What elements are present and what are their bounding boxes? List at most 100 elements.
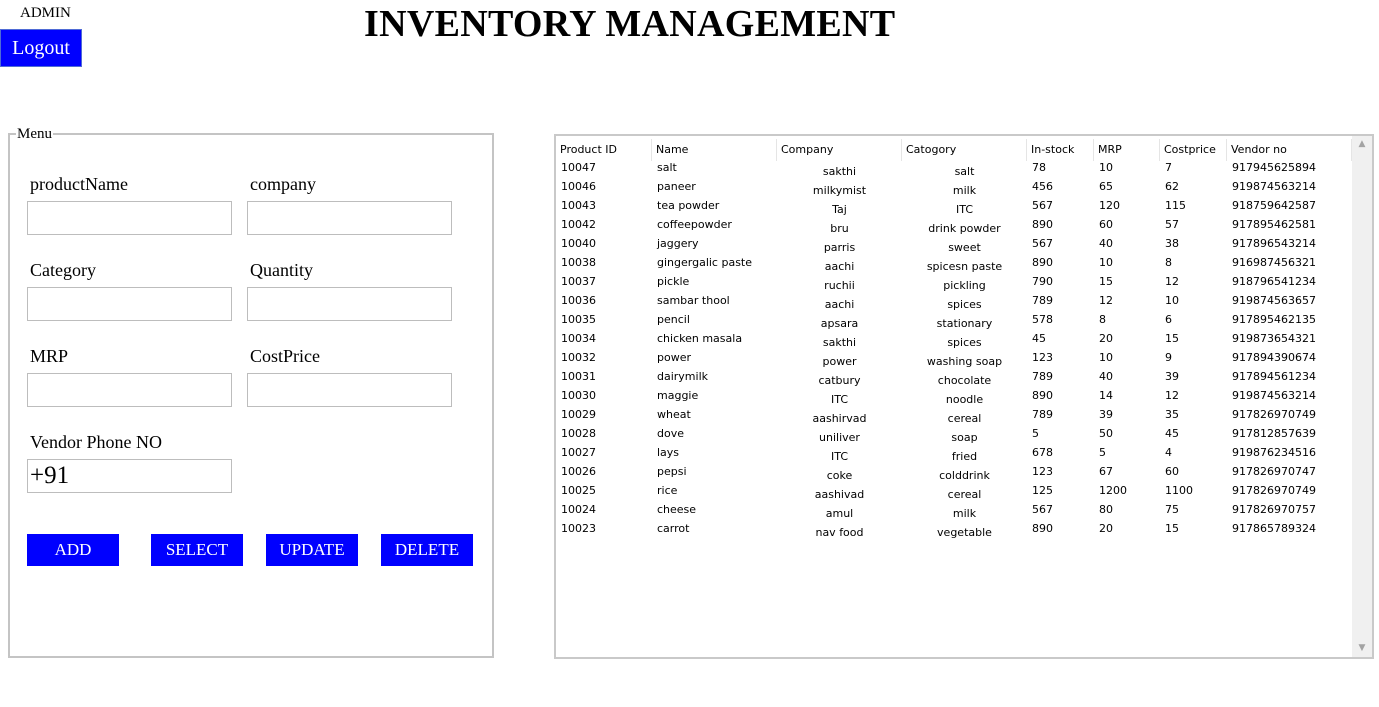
table-row[interactable]: 10040 jaggery parris sweet 567 40 38 9178965432… <box>556 237 1352 256</box>
table-cell: 1100 <box>1165 484 1193 497</box>
table-row[interactable]: 10046 paneer milkymist milk 456 65 62 919874563… <box>556 180 1352 199</box>
delete-button[interactable]: DELETE <box>381 534 473 566</box>
table-row[interactable]: 10026 pepsi coke colddrink 123 67 60 9178269707… <box>556 465 1352 484</box>
table-cell: 60 <box>1165 465 1179 478</box>
table-cell: 45 <box>1032 332 1046 345</box>
select-button[interactable]: SELECT <box>151 534 243 566</box>
table-cell: 62 <box>1165 180 1179 193</box>
table-cell: spicesn paste <box>926 260 1003 273</box>
table-cell: 567 <box>1032 503 1053 516</box>
table-cell: ITC <box>831 450 848 463</box>
table-cell: 60 <box>1099 218 1113 231</box>
table-cell: 123 <box>1032 465 1053 478</box>
table-cell: colddrink <box>939 469 990 482</box>
table-cell: milk <box>952 184 977 197</box>
table-cell: 578 <box>1032 313 1053 326</box>
table-row[interactable]: 10037 pickle ruchii pickling 790 15 12 91879654… <box>556 275 1352 294</box>
table-cell: aashivad <box>814 488 865 501</box>
table-cell: drink powder <box>928 222 1001 235</box>
table-cell: 917826970757 <box>1232 503 1316 516</box>
company-input[interactable] <box>247 201 452 235</box>
table-cell: 39 <box>1165 370 1179 383</box>
column-header[interactable]: Name <box>652 139 777 161</box>
table-cell: dairymilk <box>657 370 709 383</box>
column-header[interactable]: Costprice <box>1160 139 1227 161</box>
table-cell: 890 <box>1032 256 1053 269</box>
logout-button[interactable]: Logout <box>0 29 82 67</box>
table-cell: 78 <box>1032 161 1046 174</box>
table-cell: 890 <box>1032 522 1053 535</box>
table-cell: rice <box>657 484 678 497</box>
column-header[interactable]: Catogory <box>902 139 1027 161</box>
vertical-scrollbar[interactable]: ▲ ▼ <box>1352 136 1372 657</box>
table-cell: 10032 <box>561 351 596 364</box>
table-cell: catbury <box>818 374 861 387</box>
table-cell: 567 <box>1032 199 1053 212</box>
table-cell: 1200 <box>1099 484 1127 497</box>
table-cell: uniliver <box>819 431 860 444</box>
table-cell: chocolate <box>937 374 992 387</box>
table-cell: soap <box>951 431 978 444</box>
table-row[interactable]: 10034 chicken masala sakthi spices 45 20 15 919… <box>556 332 1352 351</box>
table-cell: jaggery <box>657 237 699 250</box>
table-cell: 12 <box>1165 275 1179 288</box>
category-input[interactable] <box>27 287 232 321</box>
table-row[interactable]: 10027 lays ITC fried 678 5 4 919876234516 <box>556 446 1352 465</box>
table-cell: 10047 <box>561 161 596 174</box>
table-row[interactable]: 10032 power power washing soap 123 10 9 9178943… <box>556 351 1352 370</box>
update-button[interactable]: UPDATE <box>266 534 358 566</box>
table-cell: coffeepowder <box>657 218 732 231</box>
table-cell: 916987456321 <box>1232 256 1316 269</box>
quantity-input[interactable] <box>247 287 452 321</box>
table-cell: parris <box>823 241 856 254</box>
table-row[interactable]: 10047 salt sakthi salt 78 10 7 917945625894 <box>556 161 1352 180</box>
table-cell: 789 <box>1032 370 1053 383</box>
add-button[interactable]: ADD <box>27 534 119 566</box>
table-cell: 567 <box>1032 237 1053 250</box>
table-cell: 10043 <box>561 199 596 212</box>
table-row[interactable]: 10042 coffeepowder bru drink powder 890 60 57 9… <box>556 218 1352 237</box>
column-header[interactable]: Vendor no <box>1227 139 1352 161</box>
table-row[interactable]: 10028 dove uniliver soap 5 50 45 917812857639 <box>556 427 1352 446</box>
table-cell: apsara <box>820 317 859 330</box>
table-row[interactable]: 10043 tea powder Taj ITC 567 120 115 9187596425… <box>556 199 1352 218</box>
table-cell: 919876234516 <box>1232 446 1316 459</box>
column-header[interactable]: Company <box>777 139 902 161</box>
table-row[interactable]: 10023 carrot nav food vegetable 890 20 15 91786… <box>556 522 1352 541</box>
cost-price-input[interactable] <box>247 373 452 407</box>
table-cell: 20 <box>1099 522 1113 535</box>
table-row[interactable]: 10029 wheat aashirvad cereal 789 39 35 91782697… <box>556 408 1352 427</box>
menu-legend: Menu <box>16 126 53 143</box>
scroll-down-arrow-icon[interactable]: ▼ <box>1352 640 1372 657</box>
table-cell: aashirvad <box>812 412 867 425</box>
product-name-input[interactable] <box>27 201 232 235</box>
table-cell: sambar thool <box>657 294 730 307</box>
column-header[interactable]: In-stock <box>1027 139 1094 161</box>
table-cell: 917826970749 <box>1232 408 1316 421</box>
mrp-input[interactable] <box>27 373 232 407</box>
table-row[interactable]: 10024 cheese amul milk 567 80 75 917826970757 <box>556 503 1352 522</box>
table-cell: 10031 <box>561 370 596 383</box>
vendor-phone-input[interactable]: +91 <box>27 459 232 493</box>
table-row[interactable]: 10025 rice aashivad cereal 125 1200 1100 917826… <box>556 484 1352 503</box>
table-row[interactable]: 10030 maggie ITC noodle 890 14 12 919874563214 <box>556 389 1352 408</box>
table-row[interactable]: 10031 dairymilk catbury chocolate 789 40 39 917… <box>556 370 1352 389</box>
table-row[interactable]: 10035 pencil apsara stationary 578 8 6 91789546… <box>556 313 1352 332</box>
table-row[interactable]: 10036 sambar thool aachi spices 789 12 10 91987… <box>556 294 1352 313</box>
column-header[interactable]: MRP <box>1094 139 1160 161</box>
table-cell: 890 <box>1032 389 1053 402</box>
column-header[interactable]: Product ID <box>556 139 652 161</box>
table-cell: milkymist <box>812 184 867 197</box>
table-cell: ITC <box>956 203 973 216</box>
table-cell: 39 <box>1099 408 1113 421</box>
table-cell: 35 <box>1165 408 1179 421</box>
table-cell: 10034 <box>561 332 596 345</box>
inventory-table[interactable]: Product ID Name Company Catogory In-stock MRP… <box>554 134 1374 659</box>
table-cell: vegetable <box>937 526 992 539</box>
table-header: Product ID Name Company Catogory In-stock MRP… <box>556 139 1352 161</box>
table-cell: 40 <box>1099 370 1113 383</box>
scroll-up-arrow-icon[interactable]: ▲ <box>1352 136 1372 153</box>
table-cell: 917894561234 <box>1232 370 1316 383</box>
table-row[interactable]: 10038 gingergalic paste aachi spicesn paste… <box>556 256 1352 275</box>
table-cell: 917812857639 <box>1232 427 1316 440</box>
